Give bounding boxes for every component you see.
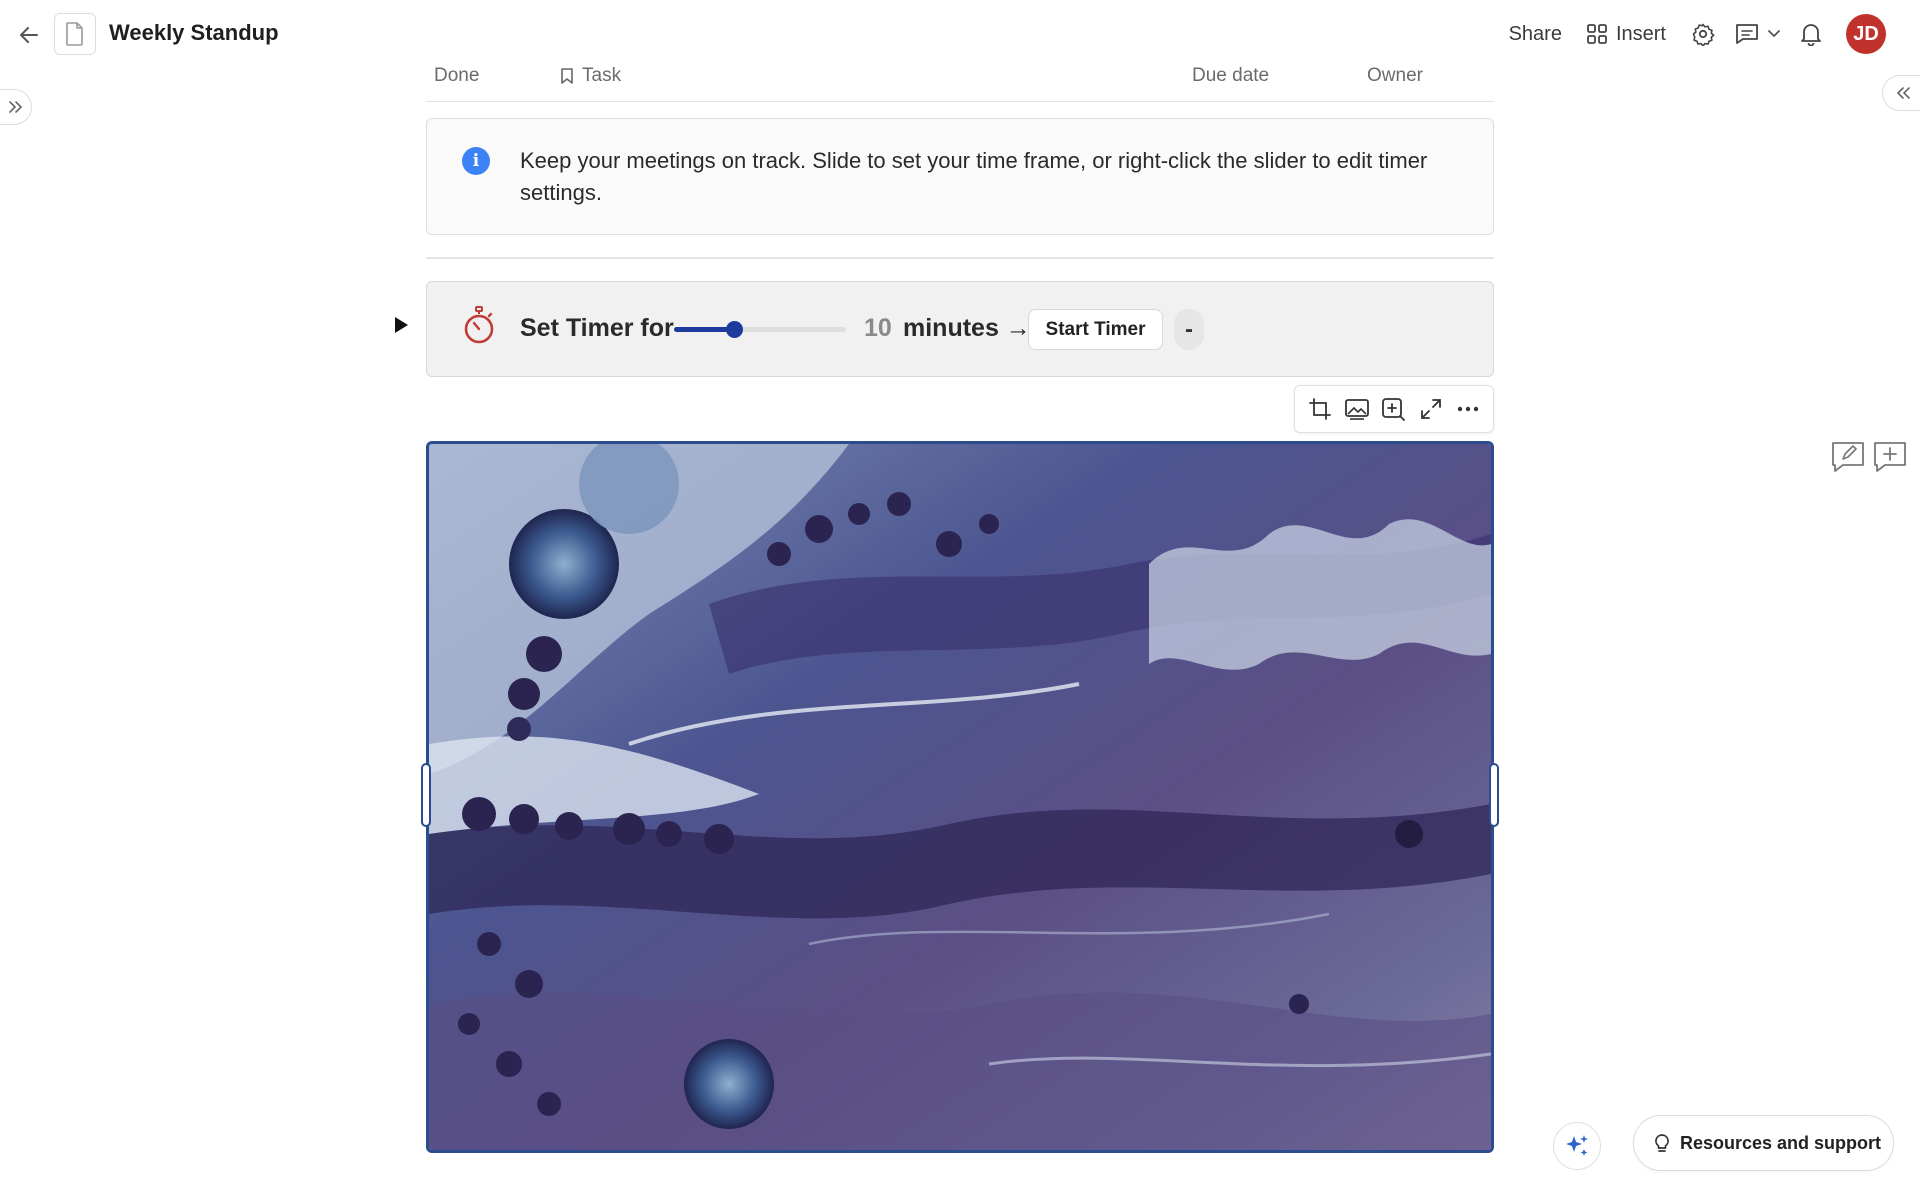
column-header-task[interactable]: Task [560, 65, 621, 87]
comment-icon[interactable] [1732, 19, 1762, 49]
decrease-button[interactable]: - [1174, 309, 1204, 350]
column-header-owner[interactable]: Owner [1367, 65, 1423, 87]
callout-text[interactable]: Keep your meetings on track. Slide to se… [520, 145, 1480, 209]
grid-plus-icon [1587, 24, 1607, 44]
resize-handle-left[interactable] [421, 763, 431, 827]
table-header: Done Task Due date Owner [426, 56, 1494, 102]
edit-comment-icon[interactable] [1829, 439, 1867, 473]
slider-fill [674, 327, 734, 332]
timer-label: Set Timer for [520, 314, 674, 342]
fullscreen-icon[interactable] [1416, 394, 1446, 424]
share-button[interactable]: Share [1509, 23, 1562, 46]
replace-image-icon[interactable] [1342, 394, 1372, 424]
document-icon[interactable] [54, 13, 96, 55]
collapse-right-panel-icon[interactable] [1882, 75, 1920, 111]
resources-label: Resources and support [1680, 1132, 1882, 1153]
bookmark-icon [561, 68, 573, 84]
chevron-down-icon[interactable] [1764, 19, 1784, 49]
info-callout[interactable]: i Keep your meetings on track. Slide to … [426, 118, 1494, 235]
divider [426, 257, 1494, 259]
timer-unit: minutes → [903, 314, 1031, 342]
zoom-in-icon[interactable] [1379, 394, 1409, 424]
column-header-done[interactable]: Done [434, 65, 479, 87]
expand-sidebar-icon[interactable] [0, 89, 32, 125]
add-comment-icon[interactable] [1871, 439, 1909, 473]
insert-button[interactable]: Insert [1586, 23, 1666, 46]
top-right-actions: Share Insert JD [1509, 14, 1886, 54]
play-icon[interactable] [390, 314, 412, 336]
stopwatch-icon [464, 306, 494, 344]
abstract-fluid-art-image[interactable] [426, 441, 1494, 1153]
resize-handle-right[interactable] [1489, 763, 1499, 827]
ai-sparkle-icon[interactable] [1553, 1122, 1601, 1170]
timer-block: Set Timer for 10 minutes → Start Timer - [426, 281, 1494, 377]
crop-icon[interactable] [1305, 394, 1335, 424]
page-title[interactable]: Weekly Standup [109, 20, 279, 46]
lightbulb-icon [1655, 1134, 1669, 1152]
slider-thumb[interactable] [726, 321, 743, 338]
insert-label: Insert [1615, 22, 1666, 45]
resources-and-support-button[interactable]: Resources and support [1633, 1115, 1894, 1171]
avatar[interactable]: JD [1846, 14, 1886, 54]
column-header-task-label: Task [582, 65, 622, 86]
image-toolbar [1294, 385, 1494, 433]
column-header-due-date[interactable]: Due date [1192, 65, 1269, 87]
timer-value: 10 [864, 314, 892, 342]
timer-slider[interactable] [674, 320, 846, 340]
back-arrow-icon[interactable] [14, 20, 44, 50]
info-icon: i [462, 147, 490, 175]
start-timer-button[interactable]: Start Timer [1028, 309, 1163, 350]
bell-icon[interactable] [1796, 19, 1826, 49]
gear-icon[interactable] [1688, 19, 1718, 49]
more-icon[interactable] [1453, 394, 1483, 424]
